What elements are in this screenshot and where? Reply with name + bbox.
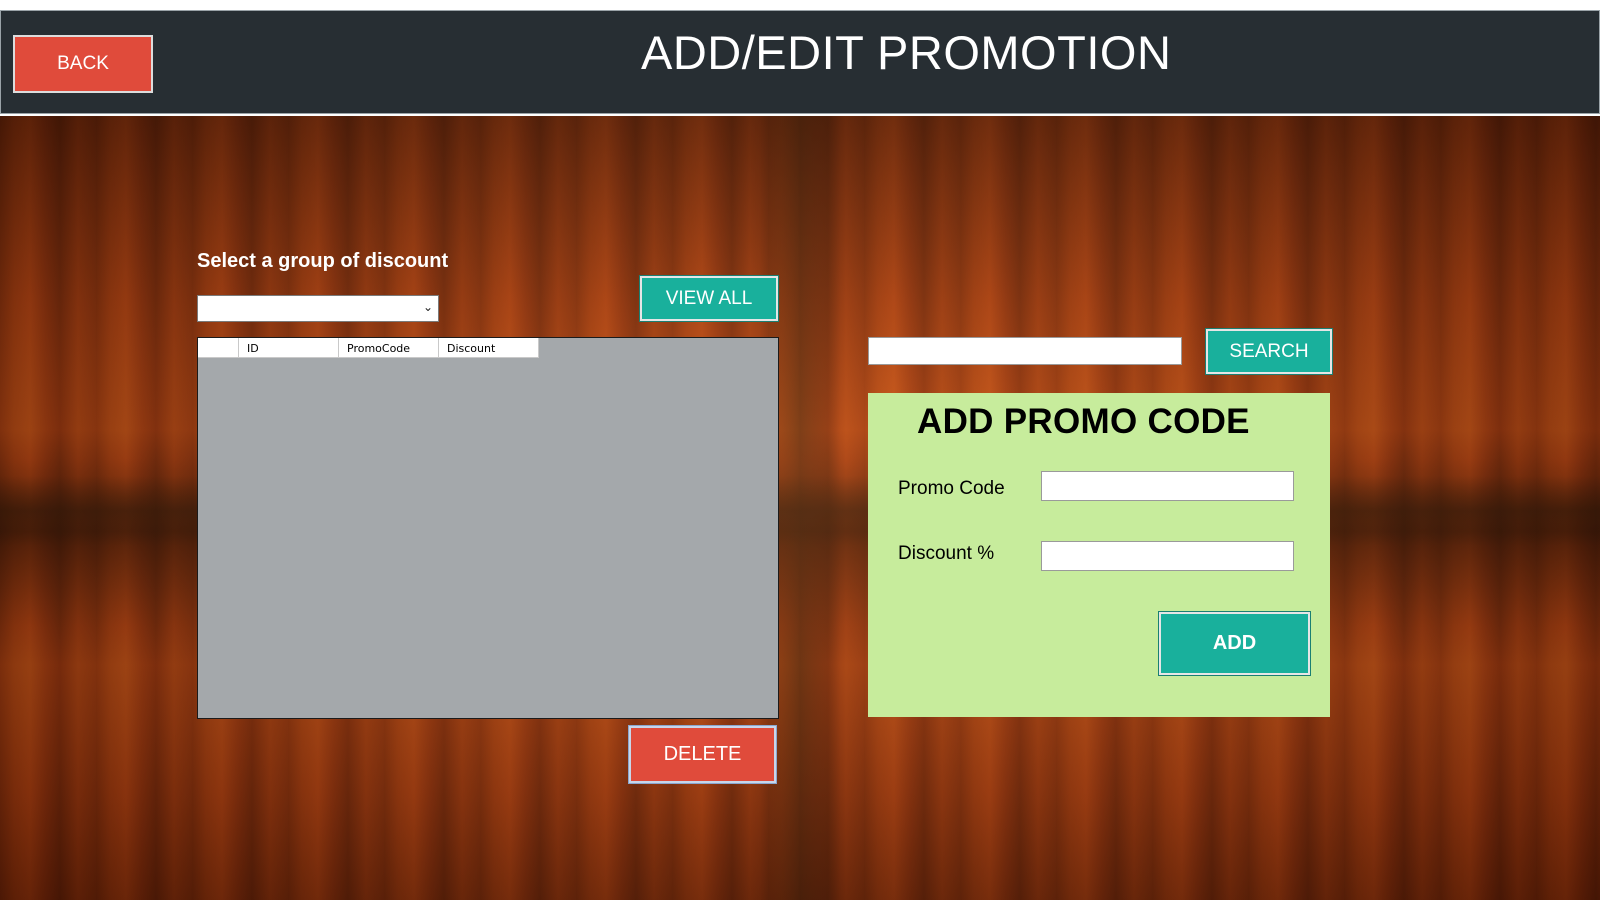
view-all-button[interactable]: VIEW ALL (639, 275, 779, 322)
delete-button[interactable]: DELETE (628, 725, 777, 784)
search-input[interactable] (868, 337, 1182, 365)
discount-label: Discount % (898, 543, 995, 564)
discount-input[interactable] (1041, 541, 1294, 571)
add-button[interactable]: ADD (1158, 611, 1311, 676)
page-title: ADD/EDIT PROMOTION (641, 26, 1172, 79)
top-strip (0, 0, 1600, 10)
header-bar: ADD/EDIT PROMOTION (0, 10, 1600, 114)
promo-data-grid[interactable]: ID PromoCode Discount (197, 337, 779, 719)
discount-group-select[interactable]: ⌄ (197, 295, 439, 322)
promo-code-label: Promo Code (898, 478, 1005, 499)
grid-column-id[interactable]: ID (239, 338, 339, 358)
grid-row-header-corner[interactable] (198, 338, 239, 358)
grid-column-discount[interactable]: Discount (439, 338, 539, 358)
grid-column-promocode[interactable]: PromoCode (339, 338, 439, 358)
add-promo-title: ADD PROMO CODE (917, 402, 1250, 441)
back-button[interactable]: BACK (13, 35, 153, 93)
grid-header-row: ID PromoCode Discount (198, 338, 539, 358)
discount-group-label: Select a group of discount (197, 250, 449, 272)
promo-code-input[interactable] (1041, 471, 1294, 501)
search-button[interactable]: SEARCH (1205, 328, 1333, 375)
chevron-down-icon: ⌄ (422, 300, 433, 314)
